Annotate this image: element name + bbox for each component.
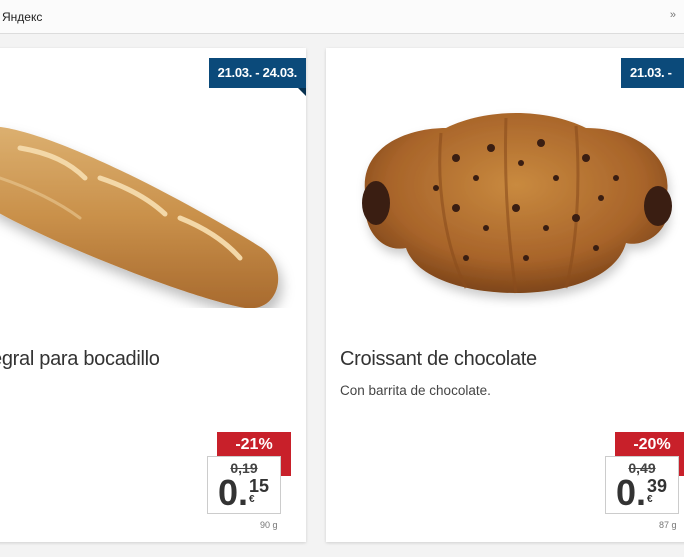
price-integer: 0.	[616, 472, 647, 513]
product-description: Con barrita de chocolate.	[340, 383, 491, 398]
price-box: 0,19 0. 15 €	[207, 456, 281, 514]
product-title[interactable]: ...tegral para bocadillo	[0, 348, 160, 371]
new-price: 0. 39 €	[616, 473, 667, 513]
price-decimals: 15	[249, 476, 270, 496]
date-badge: 21.03. - 24.03.	[621, 58, 684, 110]
date-badge-fold	[298, 88, 306, 96]
more-bookmarks-icon[interactable]: »	[670, 9, 676, 21]
product-weight: 87 g	[659, 520, 677, 530]
price-box: 0,49 0. 39 €	[605, 456, 679, 514]
product-weight: 90 g	[260, 520, 278, 530]
date-badge: 21.03. - 24.03.	[208, 58, 306, 88]
currency-symbol: €	[249, 494, 255, 505]
currency-symbol: €	[647, 494, 653, 505]
price-integer: 0.	[218, 472, 249, 513]
bookmark-yandex[interactable]: Яндекс	[2, 10, 42, 24]
baguette-image	[0, 126, 279, 308]
new-price: 0. 15 €	[218, 473, 269, 513]
croissant-image	[362, 113, 672, 294]
bookmarks-bar: Яндекс »	[0, 0, 684, 34]
product-title[interactable]: Croissant de chocolate	[340, 348, 537, 371]
price-decimals: 39	[647, 476, 668, 496]
product-card[interactable]: 21.03. - 24.03. Croissant de chocolate C…	[326, 48, 684, 542]
product-card[interactable]: 21.03. - 24.03. ...tegral para bocadillo…	[0, 48, 306, 542]
